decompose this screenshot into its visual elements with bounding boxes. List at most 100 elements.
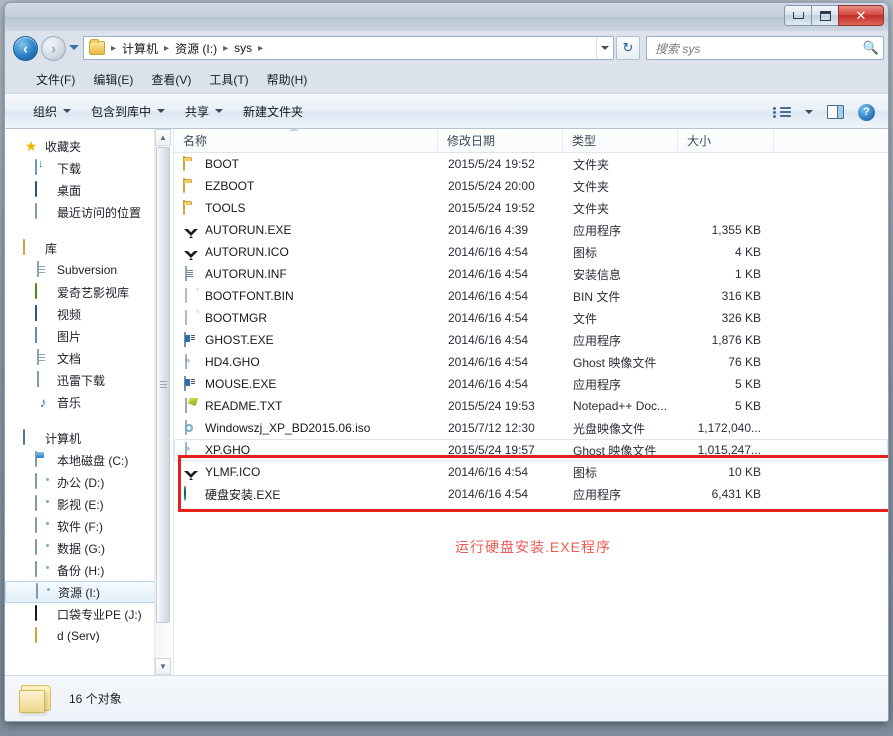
table-row[interactable]: YLMF.ICO2014/6/16 4:54图标10 KB — [174, 461, 888, 483]
sidebar-item-documents[interactable]: 文档 — [5, 347, 173, 369]
file-name-label: BOOTFONT.BIN — [205, 289, 294, 303]
address-row: ‹ › ▸ 计算机 ▸ 资源 (I:) ▸ sys ▸ ↻ 搜索 sys 🔍 — [5, 31, 888, 65]
sidebar-item-pictures[interactable]: 图片 — [5, 325, 173, 347]
sidebar-item-drive-h[interactable]: 备份 (H:) — [5, 559, 173, 581]
exe-icon — [183, 332, 199, 348]
drive-icon — [36, 583, 38, 599]
sidebar-item-computer[interactable]: 计算机 — [5, 427, 173, 449]
navigation-tree: ★ 收藏夹 下载 桌面 最近访问的位置 库 — [5, 129, 173, 647]
include-in-library-button[interactable]: 包含到库中 — [81, 98, 175, 125]
menu-bar: 文件(F) 编辑(E) 查看(V) 工具(T) 帮助(H) — [5, 65, 888, 93]
close-button[interactable]: ✕ — [838, 5, 884, 26]
table-row[interactable]: 硬盘安装.EXE2014/6/16 4:54应用程序6,431 KB — [174, 483, 888, 505]
sidebar-item-favorites[interactable]: ★ 收藏夹 — [5, 135, 173, 157]
video-icon — [35, 305, 37, 321]
file-size-cell: 1,876 KB — [679, 333, 775, 347]
drive-icon — [35, 561, 37, 577]
minimize-button[interactable] — [784, 5, 812, 26]
file-date-cell: 2015/7/12 12:30 — [439, 421, 564, 435]
recent-pages-dropdown[interactable] — [69, 45, 79, 50]
preview-pane-icon — [827, 105, 844, 119]
table-row[interactable]: README.TXT2015/5/24 19:53Notepad++ Doc..… — [174, 395, 888, 417]
file-name-cell: TOOLS — [175, 200, 439, 216]
back-button[interactable]: ‹ — [13, 36, 38, 61]
chevron-down-icon — [157, 109, 165, 113]
table-row[interactable]: BOOTFONT.BIN2014/6/16 4:54BIN 文件316 KB — [174, 285, 888, 307]
breadcrumb-item-computer[interactable]: 计算机 — [119, 38, 161, 59]
thunder-icon — [37, 371, 39, 387]
table-row[interactable]: Windowszj_XP_BD2015.06.iso2015/7/12 12:3… — [174, 417, 888, 439]
breadcrumb-item-sys[interactable]: sys — [231, 39, 255, 57]
file-type-cell: 光盘映像文件 — [564, 420, 679, 437]
status-bar: 16 个对象 — [5, 675, 888, 721]
sidebar-label: 视频 — [57, 306, 81, 323]
sidebar-item-drive-f[interactable]: 软件 (F:) — [5, 515, 173, 537]
title-bar[interactable]: ✕ — [5, 3, 888, 31]
table-row[interactable]: HD4.GHO2014/6/16 4:54Ghost 映像文件76 KB — [174, 351, 888, 373]
organize-button[interactable]: 组织 — [23, 98, 81, 125]
table-row[interactable]: GHOST.EXE2014/6/16 4:54应用程序1,876 KB — [174, 329, 888, 351]
table-row[interactable]: AUTORUN.INF2014/6/16 4:54安装信息1 KB — [174, 263, 888, 285]
new-folder-button[interactable]: 新建文件夹 — [233, 98, 313, 125]
spacer — [5, 223, 173, 237]
table-row[interactable]: XP.GHO2015/5/24 19:57Ghost 映像文件1,015,247… — [174, 439, 888, 461]
menu-file[interactable]: 文件(F) — [27, 68, 84, 91]
sidebar-item-drive-g[interactable]: 数据 (G:) — [5, 537, 173, 559]
column-header-date[interactable]: 修改日期 — [438, 129, 563, 153]
menu-view[interactable]: 查看(V) — [142, 68, 200, 91]
menu-edit[interactable]: 编辑(E) — [84, 68, 142, 91]
search-box[interactable]: 搜索 sys 🔍 — [646, 36, 884, 60]
scroll-up-button[interactable]: ▲ — [155, 129, 171, 146]
sidebar-item-iqiyi[interactable]: 爱奇艺影视库 — [5, 281, 173, 303]
sidebar-item-recent-places[interactable]: 最近访问的位置 — [5, 201, 173, 223]
sidebar-item-drive-d[interactable]: 办公 (D:) — [5, 471, 173, 493]
address-dropdown-icon[interactable] — [596, 37, 613, 59]
sidebar-item-network-d[interactable]: d (Serv) — [5, 625, 173, 647]
sidebar-item-videos[interactable]: 视频 — [5, 303, 173, 325]
txt-icon — [183, 398, 199, 414]
sidebar-item-libraries[interactable]: 库 — [5, 237, 173, 259]
view-dropdown-button[interactable] — [800, 106, 818, 118]
preview-pane-button[interactable] — [822, 101, 849, 123]
sidebar-item-drive-j[interactable]: 口袋专业PE (J:) — [5, 603, 173, 625]
file-name-cell: MOUSE.EXE — [175, 376, 439, 392]
column-header-size[interactable]: 大小 — [678, 129, 774, 153]
file-date-cell: 2014/6/16 4:54 — [439, 355, 564, 369]
gho-icon — [183, 354, 199, 370]
sidebar-item-drive-i[interactable]: 资源 (I:) — [5, 581, 165, 603]
change-view-button[interactable] — [768, 101, 796, 123]
address-bar[interactable]: ▸ 计算机 ▸ 资源 (I:) ▸ sys ▸ — [83, 36, 614, 60]
table-row[interactable]: EZBOOT2015/5/24 20:00文件夹 — [174, 175, 888, 197]
forward-button[interactable]: › — [41, 36, 66, 61]
scroll-down-button[interactable]: ▼ — [155, 658, 171, 675]
sidebar-item-music[interactable]: ♪ 音乐 — [5, 391, 173, 413]
sidebar-item-drive-c[interactable]: 本地磁盘 (C:) — [5, 449, 173, 471]
table-row[interactable]: TOOLS2015/5/24 19:52文件夹 — [174, 197, 888, 219]
sidebar-label: Subversion — [57, 263, 117, 277]
navigation-scrollbar[interactable]: ▲ ▼ — [154, 129, 170, 675]
table-row[interactable]: AUTORUN.EXE2014/6/16 4:39应用程序1,355 KB — [174, 219, 888, 241]
help-button[interactable]: ? — [853, 100, 880, 125]
table-row[interactable]: MOUSE.EXE2014/6/16 4:54应用程序5 KB — [174, 373, 888, 395]
maximize-button[interactable] — [811, 5, 839, 26]
sidebar-item-drive-e[interactable]: 影视 (E:) — [5, 493, 173, 515]
breadcrumb-item-drive[interactable]: 资源 (I:) — [172, 38, 220, 59]
sidebar-item-desktop[interactable]: 桌面 — [5, 179, 173, 201]
file-name-label: README.TXT — [205, 399, 282, 413]
list-view-icon — [773, 105, 791, 119]
menu-tools[interactable]: 工具(T) — [200, 68, 257, 91]
search-input[interactable]: 搜索 sys — [655, 40, 863, 57]
table-row[interactable]: AUTORUN.ICO2014/6/16 4:54图标4 KB — [174, 241, 888, 263]
sidebar-item-thunder-downloads[interactable]: 迅雷下载 — [5, 369, 173, 391]
menu-help[interactable]: 帮助(H) — [258, 68, 317, 91]
column-header-type[interactable]: 类型 — [563, 129, 678, 153]
sidebar-item-downloads[interactable]: 下载 — [5, 157, 173, 179]
column-header-name[interactable]: 名称 — [174, 129, 438, 153]
refresh-button[interactable]: ↻ — [616, 36, 640, 60]
share-button[interactable]: 共享 — [175, 98, 233, 125]
table-row[interactable]: BOOT2015/5/24 19:52文件夹 — [174, 153, 888, 175]
table-row[interactable]: BOOTMGR2014/6/16 4:54文件326 KB — [174, 307, 888, 329]
scrollbar-thumb[interactable] — [156, 147, 170, 623]
sidebar-item-subversion[interactable]: Subversion — [5, 259, 173, 281]
share-label: 共享 — [185, 103, 209, 120]
